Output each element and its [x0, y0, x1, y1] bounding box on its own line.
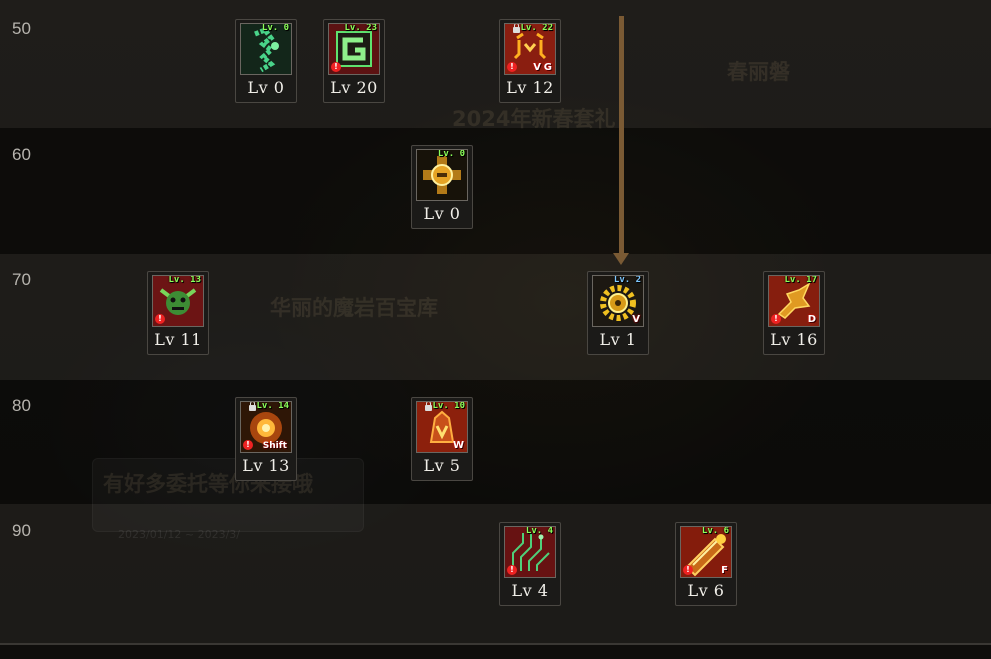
skill-mini-level: Lv. 4	[525, 526, 553, 536]
skill-level-text: Lv 0	[247, 78, 285, 97]
red-dragon-skill-icon: Lv. 17 ! D	[768, 275, 820, 327]
skill-slot[interactable]: Lv. 2 V Lv 1	[587, 271, 649, 355]
skill-mini-level: Lv. 17	[784, 275, 817, 285]
hotkey-label: W	[452, 440, 464, 451]
red-bracket-skill-icon: Lv. 22 ! V G	[504, 23, 556, 75]
hotkey-label: V	[632, 314, 640, 325]
skill-slot[interactable]: Lv. 6 ! F Lv 6	[675, 522, 737, 606]
skill-mini-level: Lv. 13	[168, 275, 201, 285]
warning-icon: !	[771, 314, 781, 324]
gear-skill-icon: Lv. 2 V	[592, 275, 644, 327]
skill-mini-level: Lv. 0	[437, 149, 465, 159]
green-goblin-skill-icon: Lv. 13 !	[152, 275, 204, 327]
fire-cannon-skill-icon: Lv. 6 ! F	[680, 526, 732, 578]
hotkey-label: G	[543, 62, 552, 73]
hotkey-label: V	[533, 62, 541, 73]
skill-level-text: Lv 20	[330, 78, 378, 97]
red-mech-skill-icon: Lv. 10 W	[416, 401, 468, 453]
level-label-70: 70	[12, 270, 31, 289]
level-label-80: 80	[12, 396, 31, 415]
skill-level-text: Lv 13	[242, 456, 290, 475]
warning-icon: !	[243, 440, 253, 450]
skill-mini-level: Lv. 10	[432, 401, 465, 411]
skill-slot[interactable]: Lv. 0 Lv 0	[411, 145, 473, 229]
lock-icon	[513, 24, 520, 33]
skill-slot[interactable]: Lv. 22 ! V G Lv 12	[499, 19, 561, 103]
bottom-divider	[0, 643, 991, 645]
skill-slot[interactable]: Lv. 23 ! Lv 20	[323, 19, 385, 103]
skill-slot[interactable]: Lv. 0 Lv 0	[235, 19, 297, 103]
skill-mini-level: Lv. 0	[261, 23, 289, 33]
skill-level-text: Lv 16	[770, 330, 818, 349]
skill-mini-level: Lv. 23	[344, 23, 377, 33]
prerequisite-arrow	[619, 16, 624, 256]
warning-icon: !	[331, 62, 341, 72]
hotkey-label: D	[807, 314, 816, 325]
skill-level-text: Lv 5	[423, 456, 461, 475]
skill-mini-level: Lv. 14	[256, 401, 289, 411]
row-band-50	[0, 0, 991, 128]
skill-slot[interactable]: Lv. 10 W Lv 5	[411, 397, 473, 481]
fire-burst-skill-icon: Lv. 14 ! Shift	[240, 401, 292, 453]
level-label-60: 60	[12, 145, 31, 164]
skill-level-text: Lv 6	[687, 581, 725, 600]
warning-icon: !	[507, 62, 517, 72]
warning-icon: !	[507, 565, 517, 575]
skill-level-text: Lv 12	[506, 78, 554, 97]
skill-slot[interactable]: Lv. 13 ! Lv 11	[147, 271, 209, 355]
skill-level-text: Lv 1	[599, 330, 637, 349]
skill-level-text: Lv 0	[423, 204, 461, 223]
green-g-skill-icon: Lv. 23 !	[328, 23, 380, 75]
skill-mini-level: Lv. 22	[520, 23, 553, 33]
green-circuit-skill-icon: Lv. 4 !	[504, 526, 556, 578]
row-band-60	[0, 128, 991, 254]
skill-slot[interactable]: Lv. 4 ! Lv 4	[499, 522, 561, 606]
green-chain-skill-icon: Lv. 0	[240, 23, 292, 75]
level-label-50: 50	[12, 19, 31, 38]
prerequisite-arrow-head	[613, 253, 629, 265]
warning-icon: !	[683, 565, 693, 575]
level-label-90: 90	[12, 521, 31, 540]
hotkey-label: F	[721, 565, 728, 576]
warning-icon: !	[155, 314, 165, 324]
hotkey-label: Shift	[262, 441, 287, 451]
skill-level-text: Lv 11	[154, 330, 202, 349]
gold-cross-skill-icon: Lv. 0	[416, 149, 468, 201]
skill-slot[interactable]: Lv. 14 ! Shift Lv 13	[235, 397, 297, 481]
skill-slot[interactable]: Lv. 17 ! D Lv 16	[763, 271, 825, 355]
skill-level-text: Lv 4	[511, 581, 549, 600]
lock-icon	[425, 402, 432, 411]
lock-icon	[249, 402, 256, 411]
skill-mini-level: Lv. 6	[701, 526, 729, 536]
skill-mini-level: Lv. 2	[613, 275, 641, 285]
bg-notice-box	[92, 458, 364, 532]
